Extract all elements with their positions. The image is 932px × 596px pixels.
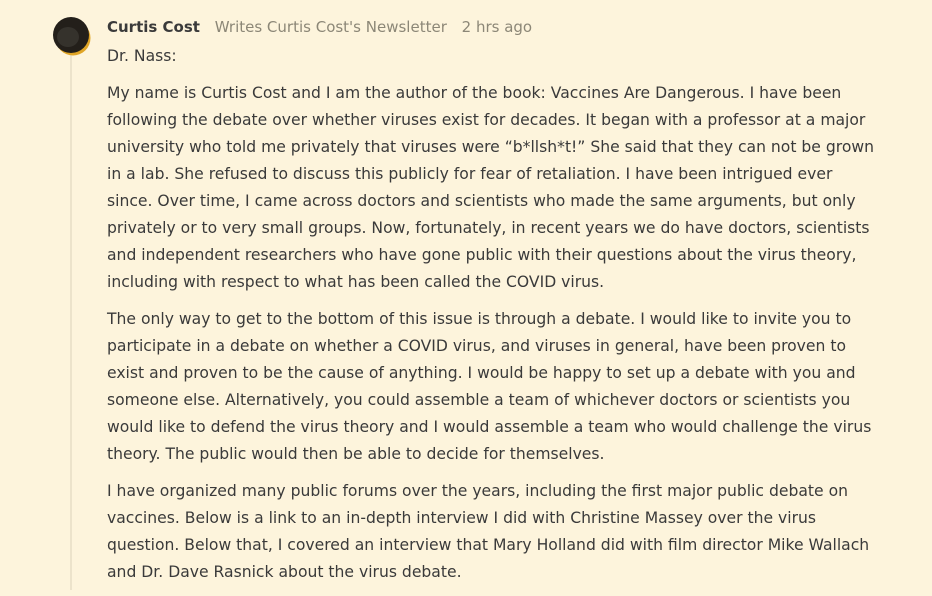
thread-line (70, 52, 72, 590)
comment-paragraph: I have organized many public forums over… (107, 482, 870, 581)
comment-header: Curtis Cost Writes Curtis Cost's Newslet… (107, 17, 532, 37)
comment-greeting: Dr. Nass: (107, 47, 177, 65)
avatar-image (57, 27, 79, 47)
comment-paragraph: The only way to get to the bottom of thi… (107, 310, 872, 463)
comment-timestamp[interactable]: 2 hrs ago (462, 18, 532, 36)
comment-body: Dr. Nass: My name is Curtis Cost and I a… (107, 43, 877, 596)
author-name[interactable]: Curtis Cost (107, 18, 200, 36)
author-meta[interactable]: Writes Curtis Cost's Newsletter (215, 18, 447, 36)
comment-paragraph: My name is Curtis Cost and I am the auth… (107, 84, 875, 291)
avatar[interactable] (53, 17, 89, 53)
